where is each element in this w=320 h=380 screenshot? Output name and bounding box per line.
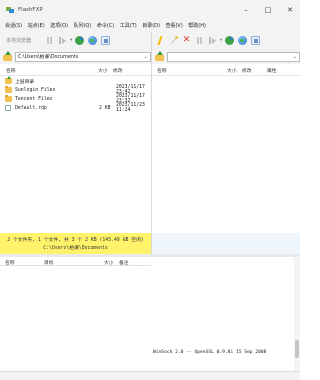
- maximize-icon[interactable]: □: [258, 0, 278, 19]
- scrollbar-thumb[interactable]: [295, 340, 299, 358]
- up-folder-icon: [5, 76, 12, 84]
- file-name: Default.rdp: [15, 105, 47, 111]
- column-name[interactable]: 名称: [157, 67, 167, 74]
- pane-divider[interactable]: [151, 32, 152, 257]
- menu-directory[interactable]: 目录(D): [142, 22, 160, 29]
- app-logo-icon: [6, 6, 14, 14]
- status-summary: 2 个文件夹, 1 个文件, 共 3 个 2 KB (143.49 GB 空闲): [7, 238, 144, 243]
- queue-column-name[interactable]: 名称: [5, 259, 15, 266]
- menu-sites[interactable]: 站点(E): [28, 22, 45, 29]
- left-path-bar: C:\Users\柏谦\Documents ⌄: [0, 49, 151, 64]
- disconnect-icon[interactable]: ✕: [182, 36, 191, 45]
- status-path: C:\Users\柏谦\Documents: [43, 246, 108, 251]
- menu-commands[interactable]: 命令(C): [97, 22, 114, 29]
- parent-folder-icon[interactable]: [155, 51, 164, 61]
- globe-icon[interactable]: [88, 36, 98, 45]
- queue-header: 名称 目标 大小 备注: [0, 257, 151, 266]
- pause-icon[interactable]: [195, 36, 204, 45]
- file-name: 上层目录: [15, 79, 35, 85]
- menu-tools[interactable]: 工具(T): [120, 22, 137, 29]
- transfer-queue-icon[interactable]: [58, 36, 67, 45]
- file-name: Sunlogin Files: [15, 87, 56, 93]
- right-path-input[interactable]: ⌄: [167, 51, 300, 62]
- left-path-text: C:\Users\柏谦\Documents: [18, 55, 79, 60]
- transfer-queue-icon[interactable]: [208, 36, 217, 45]
- file-name: Tencent Files: [15, 96, 53, 102]
- right-toolbar: ✕ ▾: [152, 32, 300, 49]
- site-config-icon[interactable]: [251, 36, 261, 45]
- column-attributes[interactable]: 属性: [267, 67, 277, 74]
- queue-column-size[interactable]: 大小: [104, 259, 114, 266]
- chevron-down-icon[interactable]: ▾: [220, 38, 222, 43]
- list-item[interactable]: Sunlogin Files 2023/11/17 23:42: [5, 85, 151, 95]
- column-size[interactable]: 大小: [98, 67, 108, 74]
- left-column-header: 名称 大小 修改: [0, 66, 151, 76]
- list-item[interactable]: 上层目录: [5, 76, 151, 85]
- connect-icon[interactable]: [156, 36, 165, 45]
- right-path-bar: ⌄: [152, 49, 300, 64]
- close-icon[interactable]: ✕: [280, 0, 300, 19]
- chevron-down-icon[interactable]: ⌄: [293, 54, 297, 60]
- menu-help[interactable]: 帮助(H): [188, 22, 206, 29]
- list-item[interactable]: Tencent Files 2023/11/17 23:32: [5, 94, 151, 104]
- chevron-down-icon[interactable]: ▾: [70, 38, 72, 43]
- site-config-icon[interactable]: [101, 36, 111, 45]
- refresh-icon[interactable]: [75, 36, 85, 45]
- pause-icon[interactable]: [45, 36, 54, 45]
- column-date[interactable]: 修改: [113, 67, 123, 74]
- local-browser-label[interactable]: 本地浏览器: [6, 37, 31, 44]
- left-toolbar: 本地浏览器 ▾: [0, 32, 151, 49]
- column-date[interactable]: 修改: [242, 67, 252, 74]
- refresh-icon[interactable]: [225, 36, 235, 45]
- column-size[interactable]: 大小: [227, 67, 237, 74]
- parent-folder-icon[interactable]: [3, 51, 12, 61]
- title-bar: FlashFXP – □ ✕: [0, 0, 300, 19]
- log-line: WinSock 2.0 -- OpenSSL 0.9.8i 15 Sep 200…: [153, 350, 267, 355]
- window-title: FlashFXP: [18, 6, 43, 13]
- menu-queue[interactable]: 队列(Q): [73, 22, 91, 29]
- menu-view[interactable]: 查看(V): [165, 22, 182, 29]
- folder-icon: [5, 86, 12, 93]
- right-status-bar: [152, 233, 300, 254]
- column-name[interactable]: 名称: [6, 67, 16, 74]
- chevron-down-icon[interactable]: ⌄: [144, 54, 148, 60]
- list-item[interactable]: Default.rdp 2 KB 2023/11/23 11:24: [5, 103, 151, 113]
- menu-session[interactable]: 会话(S): [5, 22, 22, 29]
- globe-icon[interactable]: [238, 36, 248, 45]
- left-status-bar: 2 个文件夹, 1 个文件, 共 3 个 2 KB (143.49 GB 空闲)…: [0, 233, 151, 254]
- left-path-input[interactable]: C:\Users\柏谦\Documents ⌄: [15, 51, 151, 62]
- minimize-icon[interactable]: –: [236, 0, 256, 19]
- queue-column-target[interactable]: 目标: [44, 259, 54, 266]
- queue-column-note[interactable]: 备注: [119, 259, 129, 266]
- right-column-header: 名称 大小 修改 属性: [152, 66, 300, 76]
- file-icon: [5, 105, 11, 111]
- file-date: 2023/11/23 11:24: [116, 103, 145, 113]
- quick-connect-icon[interactable]: [169, 36, 178, 45]
- folder-icon: [5, 95, 12, 102]
- bottom-status-bar: [0, 371, 300, 380]
- menu-bar: 会话(S) 站点(E) 选项(O) 队列(Q) 命令(C) 工具(T) 目录(D…: [0, 19, 300, 32]
- file-size: 2 KB: [99, 105, 111, 111]
- menu-options[interactable]: 选项(O): [50, 22, 68, 29]
